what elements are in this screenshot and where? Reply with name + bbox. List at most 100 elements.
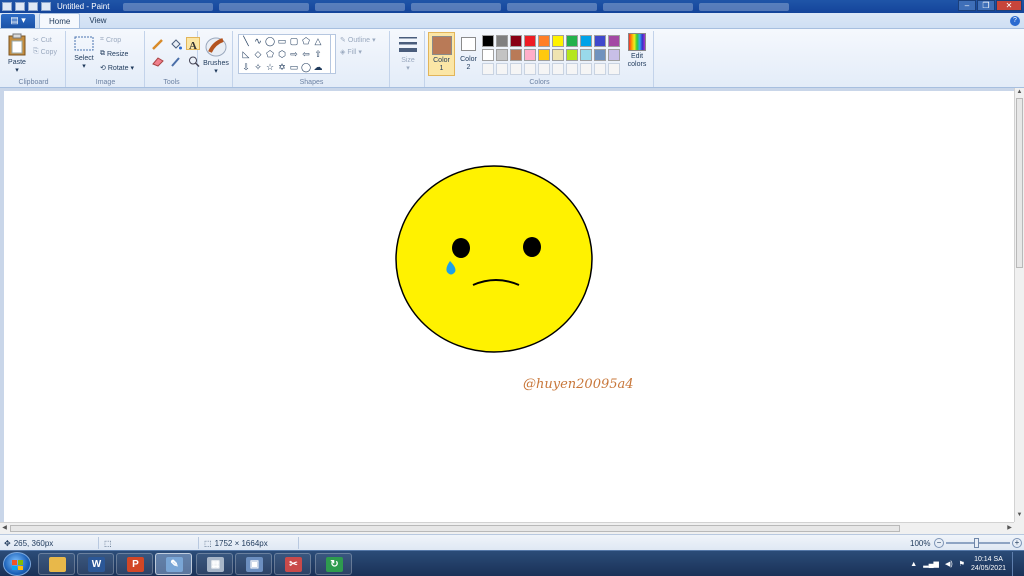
tray-expand-icon[interactable]: ▲	[910, 561, 917, 568]
taskbar-green-app-button[interactable]: ↻	[315, 553, 352, 575]
select-button[interactable]: Select ▾	[71, 35, 97, 70]
paste-dropdown-icon[interactable]: ▾	[4, 66, 30, 74]
taskbar-paint-button[interactable]: ✎	[155, 553, 192, 575]
up-arrow-shape[interactable]: ⇧	[312, 48, 324, 61]
crop-button[interactable]: ⌗ Crop	[100, 34, 134, 46]
palette-swatch-row1-6[interactable]	[552, 35, 564, 47]
resize-button[interactable]: ⧉ Resize	[100, 48, 134, 60]
cut-button[interactable]: ✂ Cut	[33, 34, 57, 46]
save-icon[interactable]	[15, 2, 25, 11]
zoom-out-button[interactable]: −	[934, 538, 944, 548]
palette-swatch-row1-9[interactable]	[594, 35, 606, 47]
left-arrow-shape[interactable]: ⇦	[300, 48, 312, 61]
palette-swatch-row1-7[interactable]	[566, 35, 578, 47]
tab-home[interactable]: Home	[39, 13, 81, 28]
palette-swatch-row1-8[interactable]	[580, 35, 592, 47]
color-1-selector[interactable]: Color 1	[428, 32, 455, 76]
palette-swatch-row2-4[interactable]	[524, 49, 536, 61]
four-point-star-shape[interactable]: ✧	[252, 61, 264, 74]
clock[interactable]: 10:14 SA 24/05/2021	[971, 555, 1006, 573]
taskbar-powerpoint-button[interactable]: P	[116, 553, 153, 575]
palette-swatch-row1-10[interactable]	[608, 35, 620, 47]
custom-color-slot-4[interactable]	[524, 63, 536, 75]
zoom-slider-handle[interactable]	[974, 538, 979, 548]
shapes-gallery-scroll[interactable]	[330, 34, 337, 74]
palette-swatch-row2-6[interactable]	[552, 49, 564, 61]
taskbar-explorer-button[interactable]	[38, 553, 75, 575]
fill-button[interactable]: ◈ Fill ▾	[340, 46, 376, 58]
six-point-star-shape[interactable]: ✡	[276, 61, 288, 74]
custom-color-slot-9[interactable]	[594, 63, 606, 75]
minimize-button[interactable]: –	[958, 0, 976, 11]
curve-shape[interactable]: ∿	[252, 35, 264, 48]
drawing-canvas[interactable]: @huyen20095a4	[4, 91, 1014, 522]
down-arrow-shape[interactable]: ⇩	[240, 61, 252, 74]
fill-tool[interactable]	[168, 37, 182, 50]
size-dropdown-icon[interactable]: ▾	[394, 64, 422, 72]
palette-swatch-row2-2[interactable]	[496, 49, 508, 61]
edit-colors-button[interactable]: Edit colors	[624, 33, 650, 69]
palette-swatch-row1-4[interactable]	[524, 35, 536, 47]
palette-swatch-row1-1[interactable]	[482, 35, 494, 47]
paste-button[interactable]: Paste ▾	[4, 33, 30, 74]
oval-shape[interactable]: ◯	[264, 35, 276, 48]
color-picker-tool[interactable]	[168, 54, 182, 67]
custom-color-slot-1[interactable]	[482, 63, 494, 75]
taskbar-network-button[interactable]: ▣	[235, 553, 272, 575]
polygon-shape[interactable]: ⬠	[300, 35, 312, 48]
redo-icon[interactable]	[41, 2, 51, 11]
rotate-button[interactable]: ⟲ Rotate ▾	[100, 62, 134, 74]
right-triangle-shape[interactable]: ◺	[240, 48, 252, 61]
volume-icon[interactable]: ◀)	[945, 560, 953, 568]
select-dropdown-icon[interactable]: ▾	[71, 62, 97, 70]
color-2-selector[interactable]: Color 2	[455, 32, 482, 76]
horizontal-scroll-thumb[interactable]	[10, 525, 900, 532]
pencil-tool[interactable]	[150, 37, 164, 50]
custom-color-slot-10[interactable]	[608, 63, 620, 75]
size-button[interactable]: Size ▾	[394, 35, 422, 72]
custom-color-slot-7[interactable]	[566, 63, 578, 75]
palette-swatch-row2-9[interactable]	[594, 49, 606, 61]
palette-swatch-row2-3[interactable]	[510, 49, 522, 61]
line-shape[interactable]: ╲	[240, 35, 252, 48]
rounded-callout-shape[interactable]: ▭	[288, 61, 300, 74]
custom-color-slot-5[interactable]	[538, 63, 550, 75]
rounded-rectangle-shape[interactable]: ▢	[288, 35, 300, 48]
palette-swatch-row2-1[interactable]	[482, 49, 494, 61]
copy-button[interactable]: ⎘ Copy	[33, 46, 57, 58]
oval-callout-shape[interactable]: ◯	[300, 61, 312, 74]
palette-swatch-row2-5[interactable]	[538, 49, 550, 61]
custom-color-slot-8[interactable]	[580, 63, 592, 75]
vertical-scrollbar[interactable]: ▲ ▼	[1014, 88, 1024, 522]
scroll-up-arrow-icon[interactable]: ▲	[1015, 89, 1024, 98]
restore-button[interactable]: ❐	[977, 0, 995, 11]
eraser-tool[interactable]	[150, 54, 164, 67]
diamond-shape[interactable]: ◇	[252, 48, 264, 61]
five-point-star-shape[interactable]: ☆	[264, 61, 276, 74]
right-arrow-shape[interactable]: ⇨	[288, 48, 300, 61]
action-center-icon[interactable]: ⚑	[959, 560, 965, 568]
brushes-dropdown-icon[interactable]: ▾	[201, 67, 231, 75]
outline-button[interactable]: ✎ Outline ▾	[340, 34, 376, 46]
tab-view[interactable]: View	[80, 13, 115, 28]
signal-icon[interactable]: ▂▄▆	[923, 560, 939, 568]
custom-color-slot-6[interactable]	[552, 63, 564, 75]
text-tool[interactable]: A	[186, 37, 200, 52]
custom-color-slot-3[interactable]	[510, 63, 522, 75]
hexagon-shape[interactable]: ⬡	[276, 48, 288, 61]
pentagon-shape[interactable]: ⬠	[264, 48, 276, 61]
undo-icon[interactable]	[28, 2, 38, 11]
palette-swatch-row1-3[interactable]	[510, 35, 522, 47]
help-icon[interactable]: ?	[1010, 16, 1020, 26]
taskbar-word-button[interactable]: W	[77, 553, 114, 575]
horizontal-scrollbar[interactable]: ◀ ▶	[0, 522, 1014, 534]
scroll-left-arrow-icon[interactable]: ◀	[0, 524, 9, 531]
brushes-button[interactable]: Brushes ▾	[201, 34, 231, 75]
scroll-down-arrow-icon[interactable]: ▼	[1015, 512, 1024, 521]
rectangle-shape[interactable]: ▭	[276, 35, 288, 48]
scroll-right-arrow-icon[interactable]: ▶	[1005, 524, 1014, 531]
close-button[interactable]: ✕	[996, 0, 1022, 11]
palette-swatch-row1-2[interactable]	[496, 35, 508, 47]
palette-swatch-row1-5[interactable]	[538, 35, 550, 47]
palette-swatch-row2-7[interactable]	[566, 49, 578, 61]
